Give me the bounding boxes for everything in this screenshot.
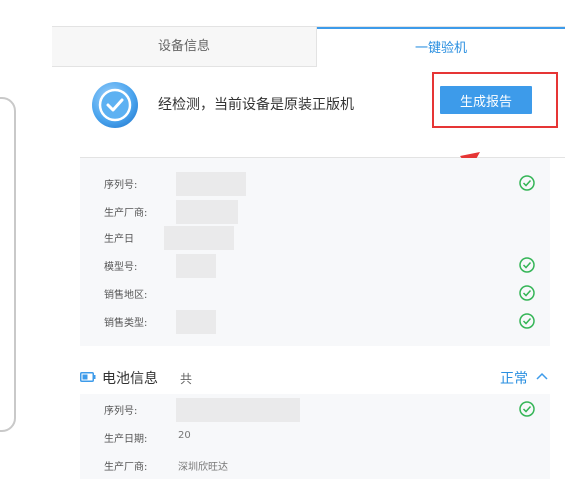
redaction-mask [176,398,300,422]
row-label: 生产厂商: [104,462,148,473]
redaction-mask [164,226,234,250]
device-row-production-date: 生产日 [80,226,550,250]
battery-summary: 共 [180,372,193,386]
row-label: 序列号: [104,406,138,417]
row-label: 销售地区: [104,290,148,301]
device-row-manufacturer: 生产厂商: [80,200,550,224]
row-label: 模型号: [104,262,138,273]
row-label: 生产日期: [104,434,148,445]
battery-icon [80,372,96,382]
row-label: 序列号: [104,180,138,191]
battery-row-serial: 序列号: [80,398,550,422]
verified-check-icon [519,401,535,417]
tab-one-click-check[interactable]: 一键验机 [317,27,565,67]
verified-check-icon [519,285,535,301]
row-label: 生产日 [104,234,134,245]
battery-status-label: 正常 [500,371,528,387]
row-label: 销售类型: [104,318,148,329]
check-panel: 设备信息 一键验机 经检测，当前设备是原装正版机 生成报告 序列号: 生产厂商:… [52,26,565,479]
chevron-up-icon[interactable] [536,372,548,380]
device-row-sales-type: 销售类型: [80,310,550,334]
battery-row-production-date: 生产日期: 20 [80,426,550,450]
verified-check-icon [519,175,535,191]
battery-info-list: 序列号: 生产日期: 20 生产厂商: 深圳欣旺达 [80,394,550,479]
battery-section-header[interactable]: 电池信息 共 正常 [80,364,565,392]
row-value: 深圳欣旺达 [178,462,228,473]
check-result-message: 经检测，当前设备是原装正版机 [158,97,354,113]
verified-check-icon [519,313,535,329]
device-row-model: 模型号: [80,254,550,278]
device-row-serial: 序列号: [80,172,550,196]
redaction-mask [176,254,216,278]
device-info-list: 序列号: 生产厂商: 生产日 模型号: 销售地区: 销售类型: [80,158,550,346]
redaction-mask [176,172,246,196]
verified-check-icon [519,257,535,273]
tab-bar: 设备信息 一键验机 [52,26,565,67]
battery-section-title: 电池信息 [102,371,158,387]
check-circle-icon [92,82,138,128]
generate-report-button[interactable]: 生成报告 [440,86,532,114]
tab-device-info[interactable]: 设备信息 [52,27,317,67]
redaction-mask [176,310,216,334]
row-value: 20 [178,430,191,441]
row-label: 生产厂商: [104,208,148,219]
redaction-mask [176,200,238,224]
device-row-sales-region: 销售地区: [80,282,550,306]
phone-outline [0,97,16,432]
battery-row-manufacturer: 生产厂商: 深圳欣旺达 [80,454,550,478]
